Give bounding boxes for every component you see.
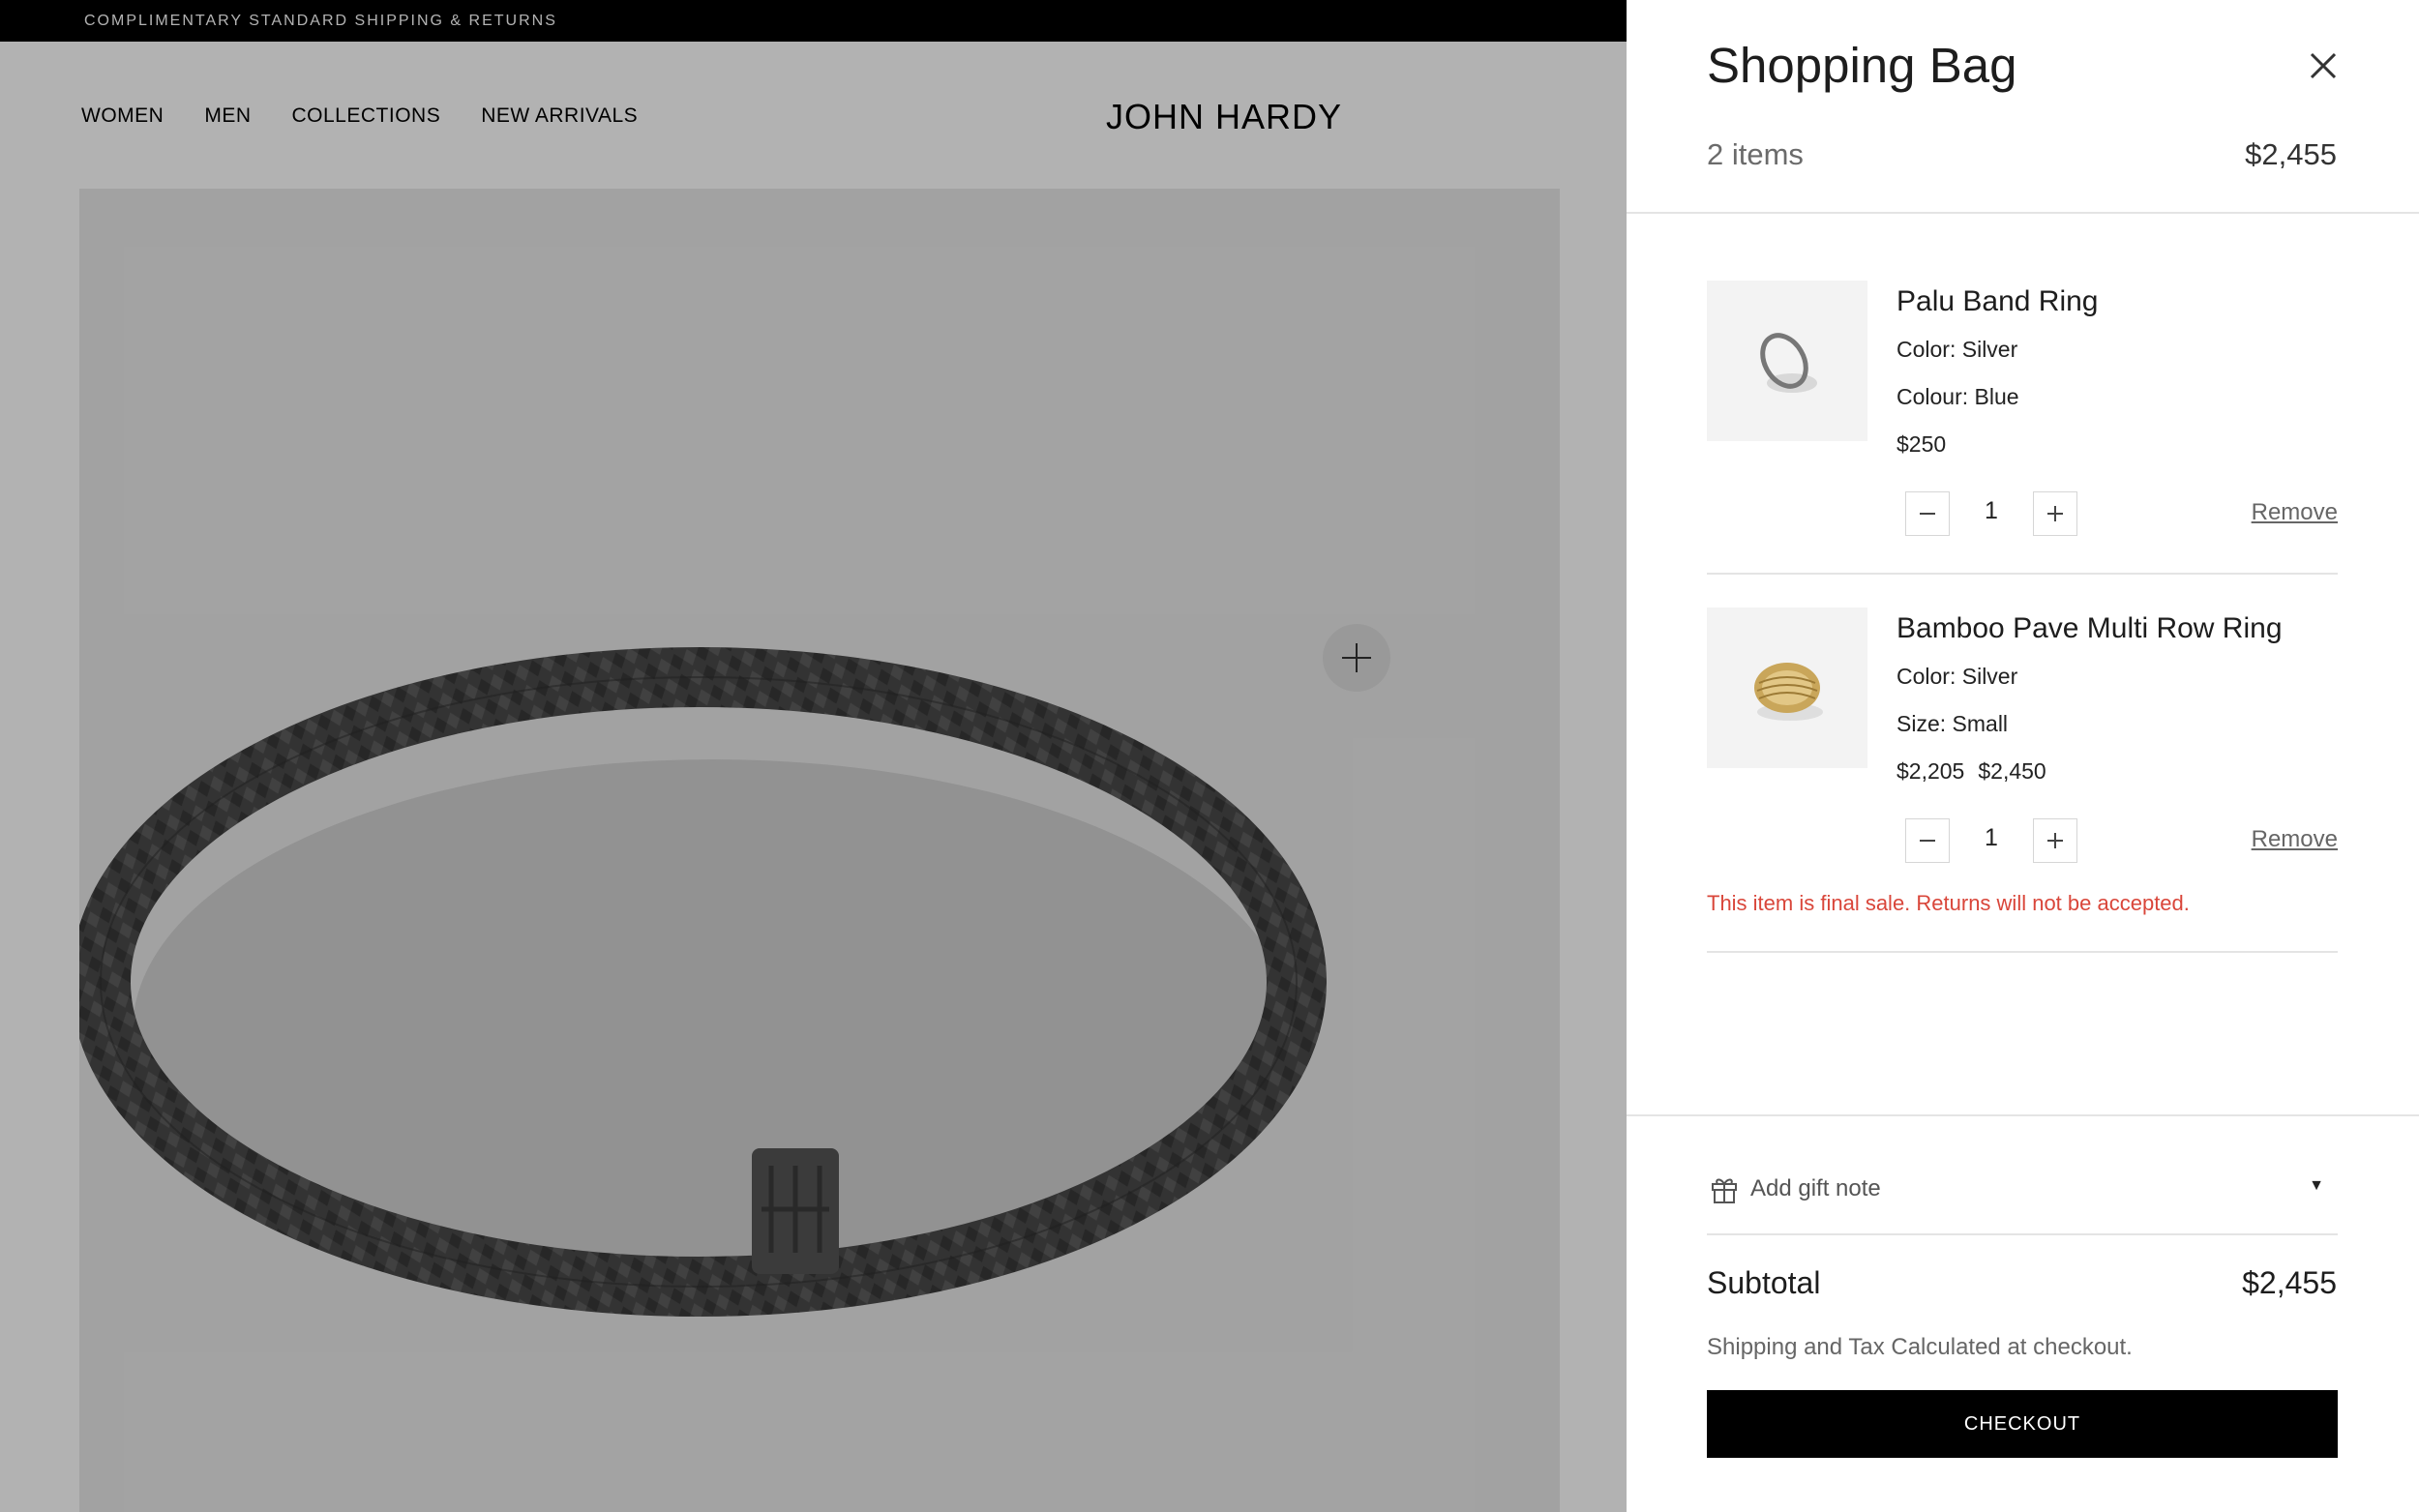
increase-quantity-button[interactable] xyxy=(2033,818,2077,863)
bag-total: $2,455 xyxy=(2245,137,2337,171)
item-count: 2 items xyxy=(1707,137,1804,171)
item-divider xyxy=(1707,573,2338,575)
item-compare-price: $2,450 xyxy=(1978,758,2046,784)
caret-down-icon: ▼ xyxy=(2309,1177,2324,1194)
item-color: Color: Silver xyxy=(1896,337,2018,362)
quantity-stepper: 1 xyxy=(1905,818,2077,863)
subtotal-value: $2,455 xyxy=(2242,1265,2337,1300)
plus-icon xyxy=(2047,506,2063,521)
item-colour: Colour: Blue xyxy=(1896,384,2019,409)
item-price-value: $250 xyxy=(1896,431,1947,457)
item-color: Color: Silver xyxy=(1896,664,2018,689)
footer-divider xyxy=(1627,1114,2419,1116)
item-thumbnail[interactable] xyxy=(1707,281,1867,441)
subtotal-label: Subtotal xyxy=(1707,1265,1821,1300)
increase-quantity-button[interactable] xyxy=(2033,491,2077,536)
drawer-title: Shopping Bag xyxy=(1707,38,2017,93)
quantity-value[interactable]: 1 xyxy=(1977,497,2006,525)
close-icon xyxy=(2310,52,2337,79)
item-price: $2,205 $2,450 xyxy=(1896,758,2046,785)
item-sale-price: $2,205 xyxy=(1896,758,1965,784)
gift-icon xyxy=(1712,1178,1737,1203)
shopping-bag-drawer: Shopping Bag 2 items $2,455 Palu Band Ri… xyxy=(1627,0,2419,1512)
minus-icon xyxy=(1920,513,1935,515)
quantity-stepper: 1 xyxy=(1905,491,2077,536)
gift-note-label: Add gift note xyxy=(1750,1175,1881,1201)
item-name[interactable]: Bamboo Pave Multi Row Ring xyxy=(1896,612,2283,645)
ring-image xyxy=(1760,333,1817,393)
shipping-note: Shipping and Tax Calculated at checkout. xyxy=(1707,1334,2133,1360)
final-sale-notice: This item is final sale. Returns will no… xyxy=(1707,891,2190,915)
close-button[interactable] xyxy=(2304,46,2343,85)
gift-note-toggle[interactable]: Add gift note ▼ xyxy=(1707,1166,2338,1214)
decrease-quantity-button[interactable] xyxy=(1905,818,1950,863)
cart-item: Palu Band Ring Color: Silver Colour: Blu… xyxy=(1707,281,2338,536)
plus-icon xyxy=(2047,833,2063,848)
ring-image xyxy=(1754,663,1823,721)
gift-divider xyxy=(1707,1233,2338,1235)
quantity-value[interactable]: 1 xyxy=(1977,824,2006,852)
cart-item: Bamboo Pave Multi Row Ring Color: Silver… xyxy=(1707,608,2338,927)
item-divider xyxy=(1707,951,2338,953)
page-overlay[interactable] xyxy=(0,0,1627,1512)
remove-item-link[interactable]: Remove xyxy=(2252,826,2338,853)
minus-icon xyxy=(1920,840,1935,842)
item-thumbnail[interactable] xyxy=(1707,608,1867,768)
item-name[interactable]: Palu Band Ring xyxy=(1896,285,2098,318)
decrease-quantity-button[interactable] xyxy=(1905,491,1950,536)
item-size: Size: Small xyxy=(1896,711,2009,736)
remove-item-link[interactable]: Remove xyxy=(2252,499,2338,526)
product-page: COMPLIMENTARY STANDARD SHIPPING & RETURN… xyxy=(0,0,1627,1512)
header-divider xyxy=(1627,212,2419,214)
item-price: $250 xyxy=(1896,431,1946,458)
checkout-button[interactable]: CHECKOUT xyxy=(1707,1390,2338,1458)
